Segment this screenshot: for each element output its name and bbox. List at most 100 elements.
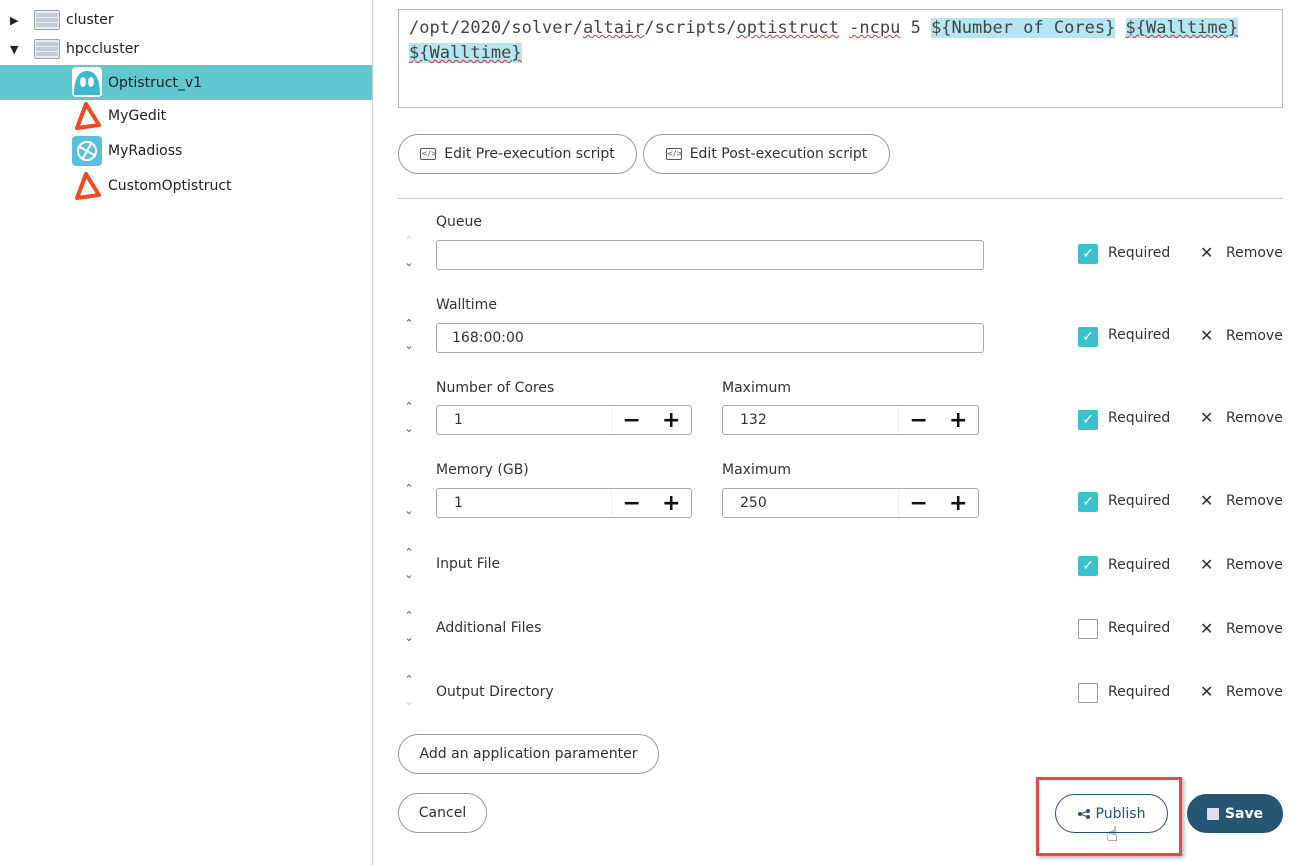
required-checkbox[interactable]: ✓ (1078, 327, 1098, 347)
stepper-value[interactable]: 1 (437, 489, 611, 517)
edit-post-execution-script-button[interactable]: </> Edit Post-execution script (643, 134, 890, 174)
stepper-value[interactable]: 132 (723, 406, 898, 434)
required-checkbox[interactable] (1078, 619, 1098, 639)
tree-item-mygedit[interactable]: MyGedit (0, 99, 372, 133)
script-text (839, 18, 849, 38)
script-variable: ${Number of Cores} (931, 18, 1116, 38)
move-down-icon[interactable]: ⌄ (402, 568, 416, 581)
radioss-app-icon (72, 136, 102, 166)
altair-logo-icon (72, 171, 102, 201)
tree-label: MyRadioss (108, 143, 183, 159)
move-up-icon[interactable]: ⌃ (402, 400, 416, 413)
stepper-value[interactable]: 1 (437, 406, 611, 434)
queue-input[interactable] (436, 240, 984, 270)
share-icon (1077, 808, 1090, 819)
remove-button[interactable]: Remove (1226, 328, 1283, 344)
remove-icon[interactable]: ✕ (1200, 408, 1213, 427)
hand-cursor-icon: ☝ (1106, 822, 1119, 846)
button-label: Publish (1095, 805, 1146, 822)
sidebar-tree: ▶ cluster ▼ hpccluster Optistruct_v1 MyG… (0, 0, 373, 865)
remove-button[interactable]: Remove (1226, 557, 1283, 573)
tree-label: cluster (66, 12, 114, 28)
caret-down-icon[interactable]: ▼ (10, 43, 18, 56)
move-up-icon[interactable]: ⌃ (402, 546, 416, 559)
remove-icon[interactable]: ✕ (1200, 491, 1213, 510)
memory-stepper[interactable]: 1− + (436, 488, 692, 518)
script-text: -ncpu (849, 18, 901, 38)
save-button[interactable]: Save (1187, 794, 1283, 833)
tree-item-optistruct-v1[interactable]: Optistruct_v1 (0, 65, 372, 100)
move-down-icon[interactable]: ⌄ (402, 256, 416, 269)
remove-button[interactable]: Remove (1226, 410, 1283, 426)
plus-button[interactable]: + (949, 408, 967, 433)
tree-label: MyGedit (108, 108, 167, 124)
cores-stepper[interactable]: 1− + (436, 405, 692, 435)
remove-icon[interactable]: ✕ (1200, 619, 1213, 638)
required-label: Required (1108, 493, 1171, 509)
required-checkbox[interactable]: ✓ (1078, 244, 1098, 264)
move-up-icon[interactable]: ⌃ (402, 317, 416, 330)
plus-button[interactable]: + (662, 408, 680, 433)
remove-icon[interactable]: ✕ (1200, 555, 1213, 574)
remove-button[interactable]: Remove (1226, 245, 1283, 261)
script-text: altair (583, 18, 645, 38)
add-parameter-button[interactable]: Add an application paramenter (398, 734, 659, 774)
param-label-walltime: Walltime (436, 297, 497, 313)
code-icon: </> (420, 148, 438, 160)
param-label-output-directory: Output Directory (436, 684, 554, 700)
move-down-icon[interactable]: ⌄ (402, 422, 416, 435)
walltime-input[interactable]: 168:00:00 (436, 323, 984, 353)
move-down-icon[interactable]: ⌄ (402, 504, 416, 517)
required-checkbox[interactable] (1078, 683, 1098, 703)
button-label: Save (1224, 805, 1264, 822)
remove-button[interactable]: Remove (1226, 493, 1283, 509)
script-command-textarea[interactable]: /opt/2020/solver/altair/scripts/optistru… (398, 9, 1283, 108)
edit-pre-execution-script-button[interactable]: </> Edit Pre-execution script (398, 134, 637, 174)
remove-icon[interactable]: ✕ (1200, 243, 1213, 262)
minus-button[interactable]: − (623, 408, 641, 433)
tree-item-customoptistruct[interactable]: CustomOptistruct (0, 169, 372, 203)
tree-item-myradioss[interactable]: MyRadioss (0, 134, 372, 168)
script-text: /opt/2020/solver/ (409, 18, 583, 38)
move-down-icon: ⌄ (404, 695, 414, 708)
move-up-icon[interactable]: ⌃ (402, 482, 416, 495)
maximum-label: Maximum (722, 462, 791, 478)
required-label: Required (1108, 557, 1171, 573)
move-down-icon[interactable]: ⌄ (402, 339, 416, 352)
remove-button[interactable]: Remove (1226, 684, 1283, 700)
move-up-icon[interactable]: ⌃ (402, 673, 416, 686)
button-label: Edit Post-execution script (689, 146, 868, 162)
server-icon (34, 10, 60, 30)
remove-icon[interactable]: ✕ (1200, 682, 1213, 701)
tree-label: CustomOptistruct (108, 178, 232, 194)
minus-button[interactable]: − (623, 491, 641, 516)
button-label: Add an application paramenter (419, 746, 638, 762)
required-checkbox[interactable]: ✓ (1078, 556, 1098, 576)
floppy-disk-icon (1206, 807, 1219, 820)
tree-item-hpccluster[interactable]: ▼ hpccluster (0, 32, 372, 66)
script-variable: ${Walltime} (1125, 18, 1239, 38)
plus-button[interactable]: + (662, 491, 680, 516)
move-up-icon: ⌃ (404, 234, 414, 247)
minus-button[interactable]: − (910, 491, 928, 516)
maximum-label: Maximum (722, 380, 791, 396)
required-label: Required (1108, 410, 1171, 426)
required-checkbox[interactable]: ✓ (1078, 410, 1098, 430)
script-text: /scripts/ (644, 18, 737, 38)
remove-button[interactable]: Remove (1226, 621, 1283, 637)
remove-icon[interactable]: ✕ (1200, 326, 1213, 345)
param-label-input-file: Input File (436, 556, 501, 572)
caret-right-icon[interactable]: ▶ (10, 14, 18, 27)
cancel-button[interactable]: Cancel (398, 793, 487, 833)
stepper-value[interactable]: 250 (723, 489, 898, 517)
param-label-additional-files: Additional Files (436, 620, 542, 636)
param-label-memory: Memory (GB) (436, 462, 529, 478)
cores-maximum-stepper[interactable]: 132− + (722, 405, 979, 435)
move-up-icon[interactable]: ⌃ (402, 609, 416, 622)
required-label: Required (1108, 245, 1171, 261)
memory-maximum-stepper[interactable]: 250− + (722, 488, 979, 518)
move-down-icon[interactable]: ⌄ (402, 631, 416, 644)
plus-button[interactable]: + (949, 491, 967, 516)
required-checkbox[interactable]: ✓ (1078, 492, 1098, 512)
minus-button[interactable]: − (910, 408, 928, 433)
